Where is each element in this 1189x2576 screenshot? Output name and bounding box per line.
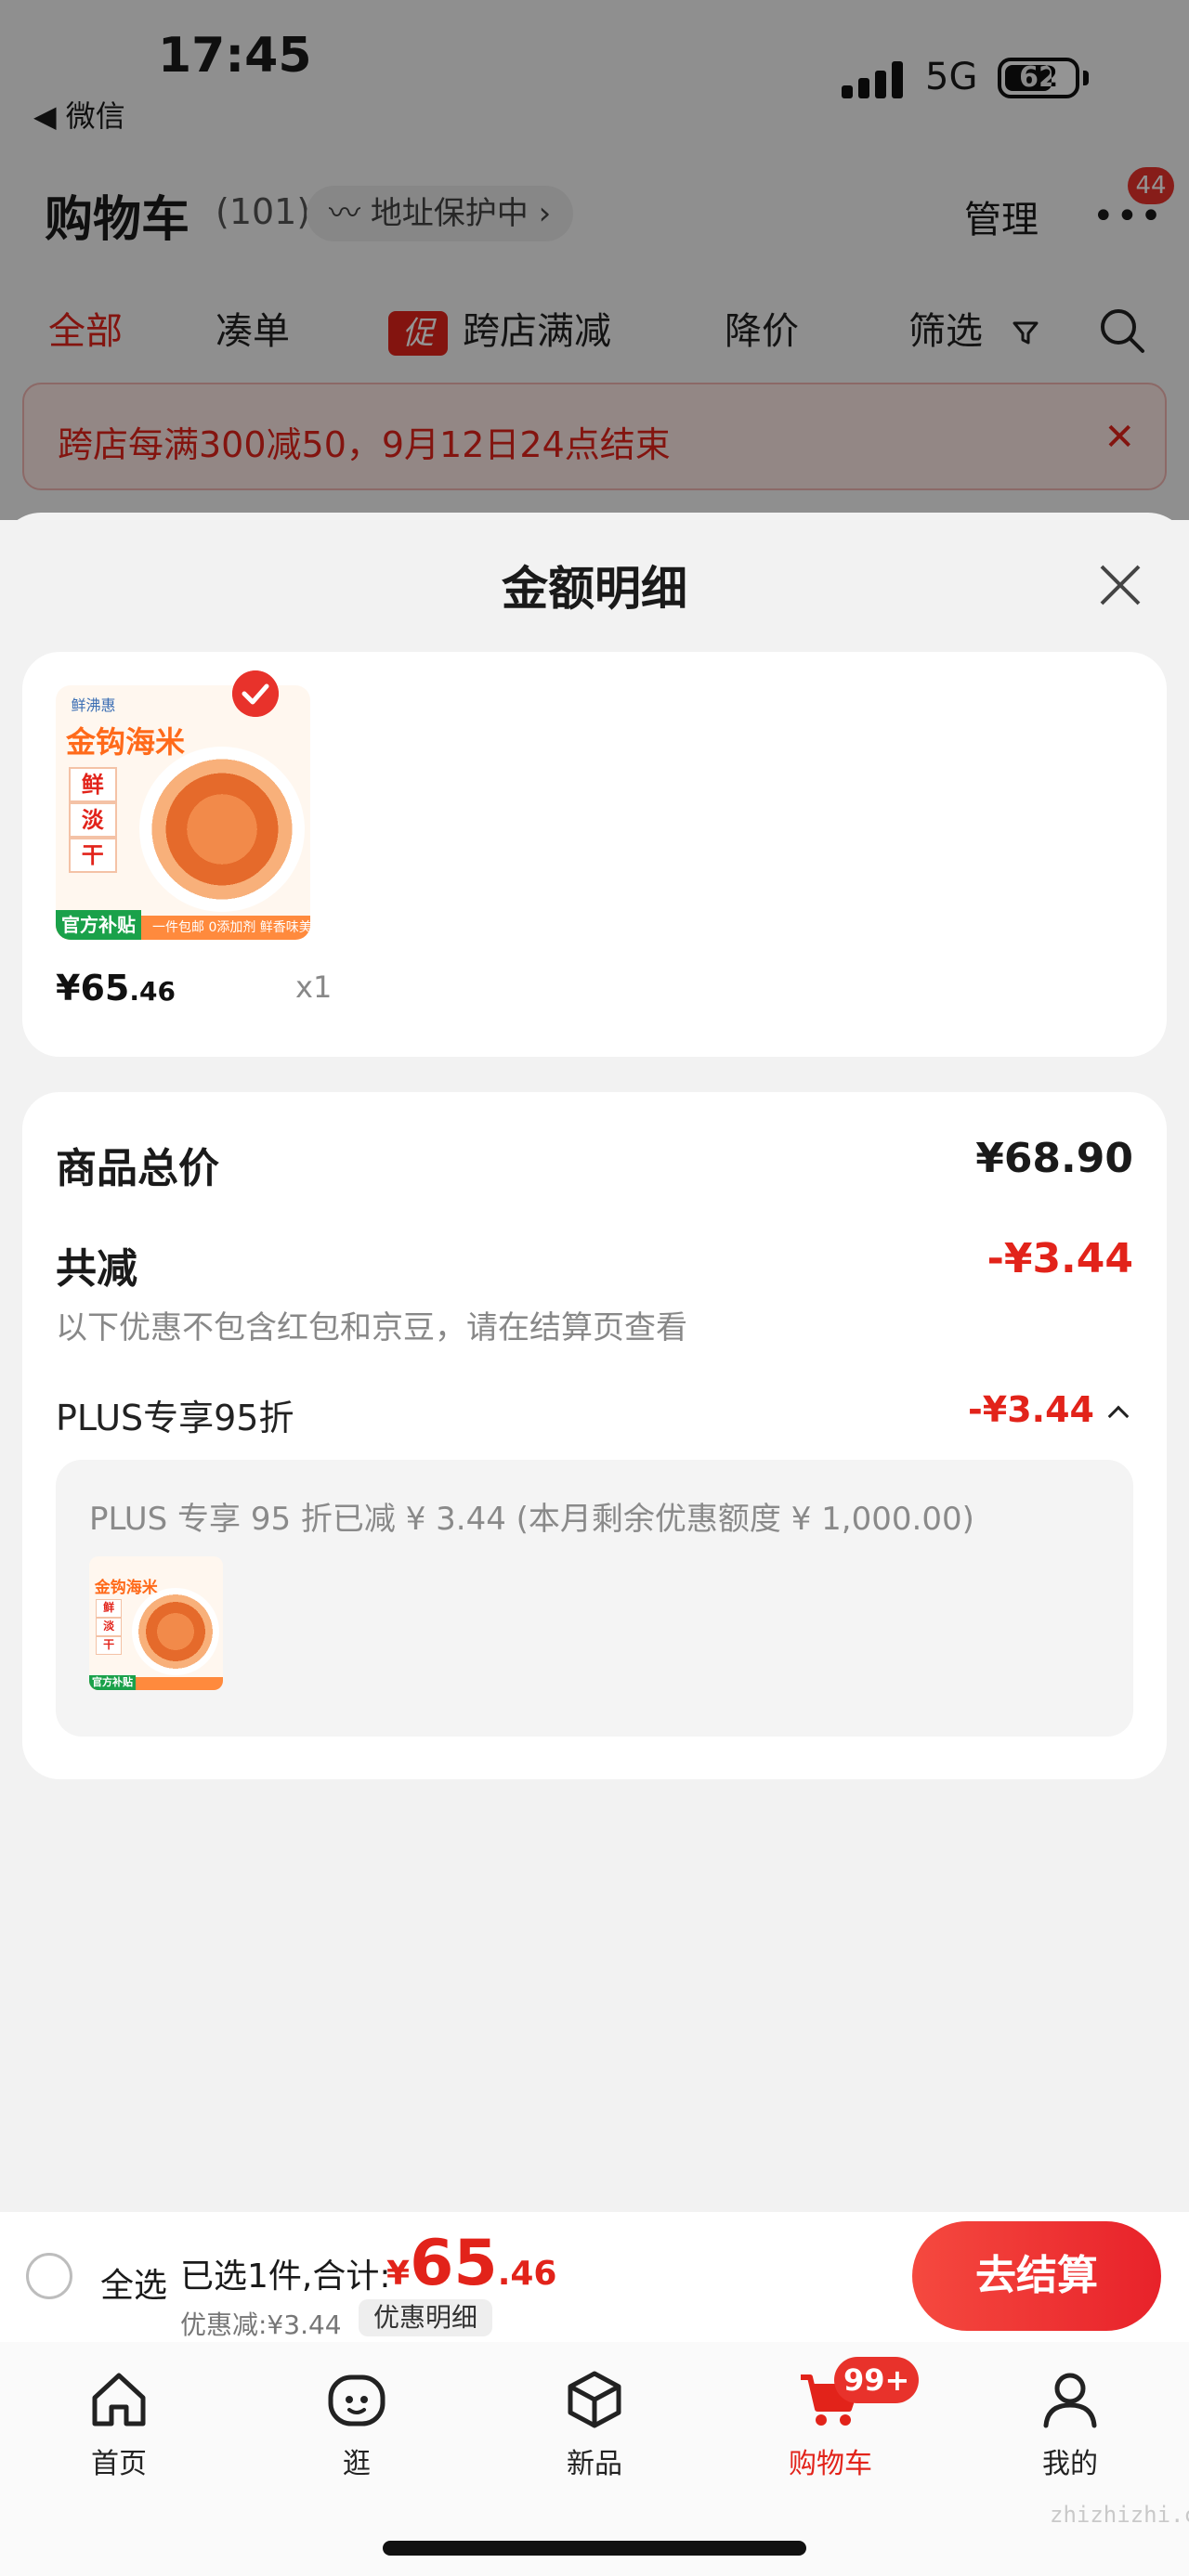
item-price-dec: .46	[129, 976, 176, 1007]
product-thumbnail-small[interactable]: 金钩海米 鲜 淡 干 官方补贴	[89, 1556, 223, 1690]
amount-detail-sheet: 金额明细 鲜沸惠 金钩海米 鲜 淡 干 一件包邮 0添加剂 鲜香味美 官方补贴 …	[0, 513, 1189, 2212]
product-thumb-char: 淡	[96, 1618, 123, 1637]
home-indicator	[383, 2541, 806, 2556]
tab-mine[interactable]: 我的	[996, 2357, 1144, 2480]
box-icon	[568, 2371, 621, 2428]
tab-new-label: 新品	[567, 2448, 622, 2480]
total-currency: ¥	[386, 2255, 411, 2293]
total-reduction-value: -¥3.44	[986, 1235, 1133, 1282]
product-thumb-char: 淡	[68, 802, 117, 839]
tab-mine-label: 我的	[1042, 2448, 1098, 2480]
tab-home-label: 首页	[91, 2448, 147, 2480]
user-icon	[1043, 2373, 1097, 2428]
total-price-value: ¥68.90	[975, 1135, 1133, 1182]
plus-discount-label: PLUS专享95折	[56, 1398, 294, 1438]
total-reduction-label: 共减	[56, 1245, 137, 1293]
selected-count-text: 已选1件,合计:	[180, 2257, 391, 2296]
price-breakdown-card: 商品总价 ¥68.90 共减 -¥3.44 以下优惠不包含红包和京豆，请在结算页…	[22, 1092, 1167, 1779]
close-icon[interactable]	[1094, 559, 1146, 611]
item-price-int: ¥65	[56, 968, 130, 1008]
tab-cart[interactable]: 购物车 99+	[756, 2357, 920, 2480]
item-price: ¥65.46	[56, 968, 176, 1008]
tab-browse[interactable]: 逛	[282, 2357, 431, 2480]
modal-overlay[interactable]	[0, 0, 1189, 520]
checkout-button[interactable]: 去结算	[912, 2221, 1161, 2331]
home-icon	[92, 2373, 146, 2426]
checkout-bar: 全选 已选1件,合计: ¥65.46 优惠减:¥3.44 优惠明细 去结算	[0, 2212, 1189, 2342]
watermark: zhizhizhi.com	[1050, 2502, 1189, 2528]
tab-new[interactable]: 新品	[520, 2357, 669, 2480]
product-thumb-char: 鲜	[96, 1599, 123, 1619]
total-int: 65	[410, 2227, 498, 2300]
chevron-up-icon	[1107, 1405, 1130, 1426]
plus-discount-detail-text: PLUS 专享 95 折已减 ¥ 3.44 (本月剩余优惠额度 ¥ 1,000.…	[89, 1501, 974, 1538]
plus-discount-detail: PLUS 专享 95 折已减 ¥ 3.44 (本月剩余优惠额度 ¥ 1,000.…	[56, 1460, 1133, 1737]
discount-detail-button[interactable]: 优惠明细	[359, 2299, 493, 2336]
discount-note: 以下优惠不包含红包和京豆，请在结算页查看	[56, 1309, 687, 1347]
product-thumb-title: 金钩海米	[65, 723, 185, 760]
product-thumb-char: 干	[68, 838, 117, 874]
checkmark-icon[interactable]	[232, 670, 279, 717]
sheet-title: 金额明细	[502, 562, 687, 616]
cart-badge: 99+	[834, 2357, 920, 2403]
tab-home[interactable]: 首页	[45, 2357, 193, 2480]
select-all-label[interactable]: 全选	[100, 2258, 167, 2307]
product-thumb-char: 鲜	[68, 766, 117, 802]
total-amount: ¥65.46	[386, 2227, 556, 2300]
total-dec: .46	[497, 2255, 557, 2293]
dried-shrimp-image	[132, 1588, 219, 1675]
face-icon	[328, 2374, 385, 2426]
selected-items-card: 鲜沸惠 金钩海米 鲜 淡 干 一件包邮 0添加剂 鲜香味美 官方补贴 ¥65.4…	[22, 652, 1167, 1057]
total-price-label: 商品总价	[56, 1145, 219, 1192]
item-quantity: x1	[295, 969, 333, 1005]
product-thumb-title: 金钩海米	[94, 1578, 158, 1597]
plus-discount-value: -¥3.44	[968, 1389, 1094, 1430]
product-thumb-tag: 官方补贴	[89, 1675, 136, 1690]
product-thumb-tag: 官方补贴	[56, 910, 141, 940]
product-thumbnail[interactable]: 鲜沸惠 金钩海米 鲜 淡 干 一件包邮 0添加剂 鲜香味美 官方补贴	[56, 685, 310, 940]
product-thumb-strip-text: 一件包邮 0添加剂 鲜香味美	[152, 920, 310, 935]
plus-discount-toggle[interactable]: -¥3.44	[968, 1389, 1130, 1430]
discount-summary: 优惠减:¥3.44	[180, 2309, 342, 2340]
brand-logo: 鲜沸惠	[71, 696, 116, 715]
select-all-radio[interactable]	[26, 2253, 72, 2299]
product-thumb-char: 干	[96, 1636, 123, 1656]
dried-shrimp-image	[139, 747, 305, 912]
tab-cart-label: 购物车	[789, 2448, 872, 2480]
tab-browse-label: 逛	[343, 2448, 371, 2480]
